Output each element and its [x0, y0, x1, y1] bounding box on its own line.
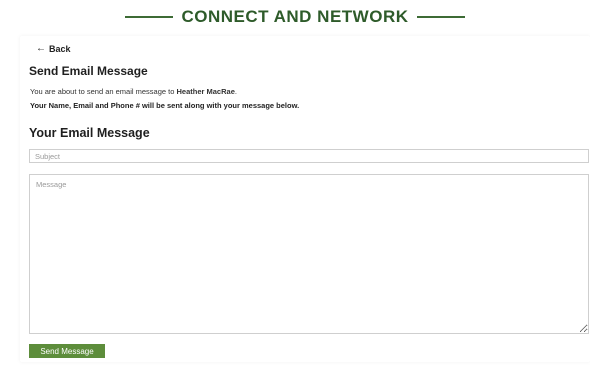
info-note: Your Name, Email and Phone # will be sen… [30, 101, 300, 110]
form-heading: Send Email Message [29, 64, 148, 78]
arrow-left-icon: ← [36, 43, 46, 54]
send-message-button[interactable]: Send Message [29, 344, 105, 358]
back-link[interactable]: ← Back [36, 43, 71, 55]
recipient-name: Heather MacRae [176, 87, 235, 96]
intro-text: You are about to send an email message t… [30, 87, 237, 96]
header-divider-right [416, 16, 465, 18]
back-label: Back [49, 44, 71, 54]
subject-input[interactable] [29, 149, 589, 163]
section-heading: Your Email Message [29, 126, 150, 140]
intro-suffix: . [234, 87, 237, 96]
page-title: CONNECT AND NETWORK [181, 7, 409, 26]
page-header: CONNECT AND NETWORK [0, 0, 590, 34]
message-textarea[interactable] [29, 174, 589, 334]
intro-prefix: You are about to send an email message t… [30, 87, 177, 96]
header-divider-left [125, 16, 174, 18]
